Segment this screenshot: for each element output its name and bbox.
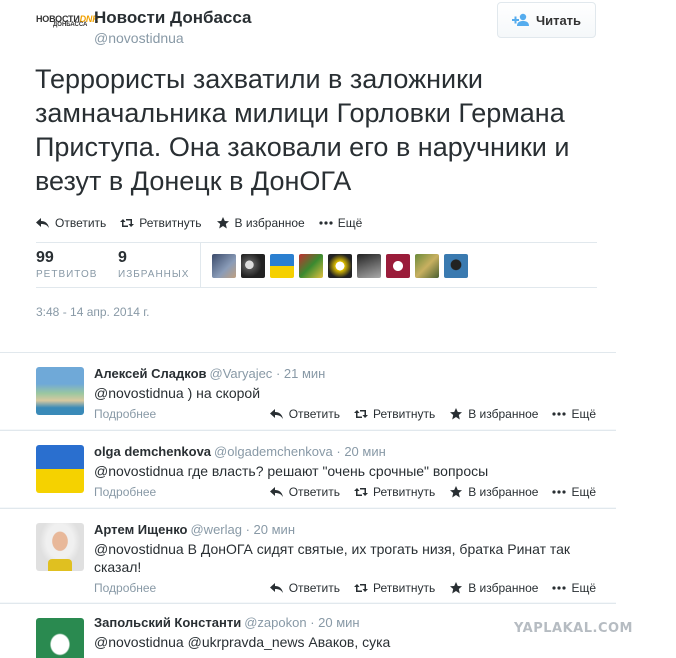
avatar[interactable] xyxy=(212,254,236,278)
star-icon xyxy=(449,486,463,498)
retweet-icon xyxy=(120,217,134,229)
reply-author-handle[interactable]: @werlag xyxy=(190,522,242,537)
expand-link[interactable]: Подробнее xyxy=(94,581,156,595)
retweet-button[interactable]: Ретвитнуть xyxy=(120,216,202,230)
more-button[interactable]: Ещё xyxy=(552,581,596,595)
reply-button[interactable]: Ответить xyxy=(270,485,340,499)
star-icon xyxy=(449,408,463,420)
avatar[interactable] xyxy=(357,254,381,278)
reply-button[interactable]: Ответить xyxy=(270,581,340,595)
reply-text: @novostidnua ) на скорой xyxy=(94,385,261,401)
reply-author-name[interactable]: Артем Ищенко xyxy=(94,522,187,537)
star-icon xyxy=(216,217,230,229)
avatar[interactable] xyxy=(270,254,294,278)
tweet-stats: 99 РЕТВИТОВ 9 ИЗБРАННЫХ xyxy=(36,242,597,288)
favorite-button[interactable]: В избранное xyxy=(449,485,538,499)
retweets-stat[interactable]: 99 РЕТВИТОВ xyxy=(36,249,97,280)
reply-author-name[interactable]: Запольский Константи xyxy=(94,615,241,630)
avatar[interactable] xyxy=(415,254,439,278)
follow-label: Читать xyxy=(535,12,582,28)
expand-link[interactable]: Подробнее xyxy=(94,485,156,499)
retweet-icon xyxy=(354,408,368,420)
reply-author-name[interactable]: olga demchenkova xyxy=(94,444,211,459)
retweet-button[interactable]: Ретвитнуть xyxy=(354,485,435,499)
avatar[interactable] xyxy=(328,254,352,278)
reply-author-handle[interactable]: @Varyajec xyxy=(210,366,273,381)
tweet-actions: Ответить Ретвитнуть В избранное Ещё xyxy=(36,216,376,230)
retweet-icon xyxy=(354,486,368,498)
favorite-button[interactable]: В избранное xyxy=(449,407,538,421)
favorites-label: ИЗБРАННЫХ xyxy=(118,269,190,280)
reply-button[interactable]: Ответить xyxy=(36,216,106,230)
logo-subtext: ДОНБАССА xyxy=(53,22,88,28)
reply-time[interactable]: · 20 мин xyxy=(310,615,359,630)
account-logo[interactable]: НОВОСТИDNR ДОНБАССА xyxy=(36,12,99,34)
retweet-button[interactable]: Ретвитнуть xyxy=(354,581,435,595)
reply-author-handle[interactable]: @zapokon xyxy=(244,615,306,630)
reply-icon xyxy=(36,217,50,229)
reply-icon xyxy=(270,582,284,594)
reply-time[interactable]: · 20 мин xyxy=(246,522,295,537)
reply-tweet[interactable]: Артем Ищенко @werlag · 20 мин @novostidnu… xyxy=(0,508,616,602)
more-button[interactable]: Ещё xyxy=(552,407,596,421)
more-icon xyxy=(552,582,566,594)
avatar[interactable] xyxy=(36,445,84,493)
main-tweet: НОВОСТИDNR ДОНБАССА Новости Донбасса @no… xyxy=(0,0,616,352)
reply-button[interactable]: Ответить xyxy=(270,407,340,421)
more-icon xyxy=(319,217,333,229)
reply-actions: Ответить Ретвитнуть В избранное Ещё xyxy=(256,581,596,595)
reply-time[interactable]: · 21 мин xyxy=(276,366,325,381)
add-user-icon xyxy=(511,13,529,26)
retweet-icon xyxy=(354,582,368,594)
avatar[interactable] xyxy=(386,254,410,278)
avatar[interactable] xyxy=(241,254,265,278)
reply-text: @novostidnua В ДонОГА сидят святые, их т… xyxy=(94,541,571,575)
favorites-stat[interactable]: 9 ИЗБРАННЫХ xyxy=(118,249,189,280)
more-button[interactable]: Ещё xyxy=(319,216,362,230)
reply-time[interactable]: · 20 мин xyxy=(336,444,385,459)
follow-button[interactable]: Читать xyxy=(497,2,596,38)
stats-divider xyxy=(200,243,201,287)
reply-author-name[interactable]: Алексей Сладков xyxy=(94,366,207,381)
favorite-button[interactable]: В избранное xyxy=(216,216,305,230)
star-icon xyxy=(449,582,463,594)
more-icon xyxy=(552,408,566,420)
author-name[interactable]: Новости Донбасса xyxy=(94,8,252,28)
more-button[interactable]: Ещё xyxy=(552,485,596,499)
reply-icon xyxy=(270,408,284,420)
reply-text: @novostidnua где власть? решают "очень с… xyxy=(94,463,489,479)
reply-tweet[interactable]: olga demchenkova @olgademchenkova · 20 ми… xyxy=(0,430,616,507)
more-icon xyxy=(552,486,566,498)
avatar[interactable] xyxy=(36,367,84,415)
expand-link[interactable]: Подробнее xyxy=(94,407,156,421)
avatar[interactable] xyxy=(36,523,84,571)
avatar[interactable] xyxy=(444,254,468,278)
reply-actions: Ответить Ретвитнуть В избранное Ещё xyxy=(256,407,596,421)
avatar[interactable] xyxy=(36,618,84,658)
reply-icon xyxy=(270,486,284,498)
reply-author-handle[interactable]: @olgademchenkova xyxy=(214,444,333,459)
replies-list: Алексей Сладков @Varyajec · 21 мин @novos… xyxy=(0,352,616,658)
avatar[interactable] xyxy=(299,254,323,278)
tweet-timestamp[interactable]: 3:48 - 14 апр. 2014 г. xyxy=(36,305,150,319)
favorite-button[interactable]: В избранное xyxy=(449,581,538,595)
reply-tweet[interactable]: Алексей Сладков @Varyajec · 21 мин @novos… xyxy=(0,352,616,429)
favorites-count: 9 xyxy=(118,249,127,266)
retweet-button[interactable]: Ретвитнуть xyxy=(354,407,435,421)
watermark: YAPLAKAL.COM xyxy=(514,621,633,636)
retweets-count: 99 xyxy=(36,249,54,266)
reply-actions: Ответить Ретвитнуть В избранное Ещё xyxy=(256,485,596,499)
retweets-label: РЕТВИТОВ xyxy=(36,269,98,280)
tweet-text: Террористы захватили в заложники замнача… xyxy=(35,64,570,196)
favoriter-avatars xyxy=(212,254,468,278)
author-handle[interactable]: @novostidnua xyxy=(94,30,184,46)
